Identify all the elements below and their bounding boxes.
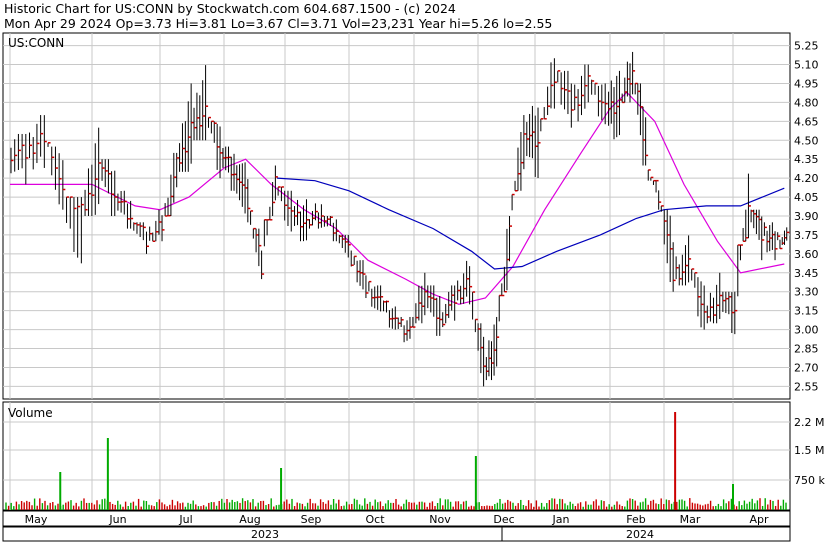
price-tick-label: 2.85 <box>794 343 819 356</box>
year-tick-label: 2023 <box>251 528 279 541</box>
month-tick-label: Feb <box>626 513 645 526</box>
month-tick-label: Mar <box>680 513 701 526</box>
price-tick-label: 3.45 <box>794 267 819 280</box>
volume-tick-label: 750 k <box>794 474 825 487</box>
price-tick-label: 4.05 <box>794 191 819 204</box>
volume-panel-frame <box>2 401 791 511</box>
month-tick-label: Jan <box>552 513 570 526</box>
month-tick-label: Aug <box>239 513 260 526</box>
month-tick-label: May <box>25 513 48 526</box>
month-tick-label: Sep <box>301 513 322 526</box>
price-tick-label: 4.95 <box>794 77 819 90</box>
price-tick-label: 3.75 <box>794 229 819 242</box>
price-tick-label: 4.20 <box>794 172 819 185</box>
price-tick-label: 4.65 <box>794 115 819 128</box>
month-tick-label: Apr <box>749 513 769 526</box>
price-tick-label: 4.80 <box>794 96 819 109</box>
ticker-label: US:CONN <box>8 36 64 50</box>
price-tick-label: 3.30 <box>794 286 819 299</box>
month-tick-label: Jul <box>178 513 192 526</box>
price-tick-label: 2.55 <box>794 380 819 393</box>
price-tick-label: 5.10 <box>794 59 819 72</box>
month-tick-label: Dec <box>493 513 514 526</box>
volume-tick-label: 1.5 M <box>794 444 824 457</box>
price-tick-label: 3.15 <box>794 305 819 318</box>
month-tick-label: Jun <box>108 513 126 526</box>
year-tick-label: 2024 <box>626 528 654 541</box>
price-tick-label: 5.25 <box>794 40 819 53</box>
price-tick-label: 3.90 <box>794 210 819 223</box>
price-tick-label: 3.60 <box>794 248 819 261</box>
stock-chart: 5.25 5.10 4.95 4.80 4.65 4.50 4.35 4.20 4.05 3.90… <box>2 32 825 542</box>
price-tick-label: 4.35 <box>794 153 819 166</box>
price-tick-label: 2.70 <box>794 361 819 374</box>
price-tick-label: 3.00 <box>794 324 819 337</box>
volume-label: Volume <box>8 406 53 420</box>
volume-tick-label: 2.2 M <box>794 416 824 429</box>
price-tick-label: 4.50 <box>794 134 819 147</box>
year-axis-frame <box>2 526 791 542</box>
month-tick-label: Oct <box>365 513 385 526</box>
month-tick-label: Nov <box>429 513 451 526</box>
